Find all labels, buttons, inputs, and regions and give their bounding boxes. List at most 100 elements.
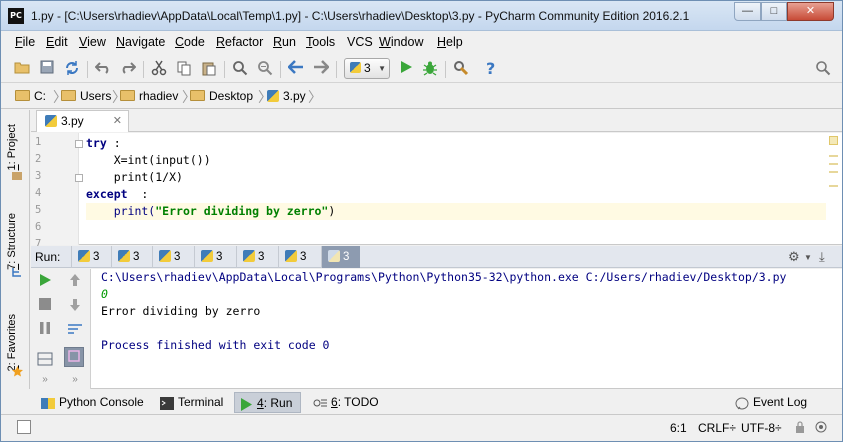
more-actions-icon[interactable]: »	[67, 372, 83, 388]
more-actions-icon[interactable]: »	[37, 372, 53, 388]
fold-marker-icon[interactable]	[75, 140, 83, 148]
run-icon[interactable]	[397, 60, 415, 78]
console-user-input: 0	[101, 287, 108, 301]
forward-icon[interactable]	[312, 60, 330, 78]
menu-window[interactable]: Window	[379, 35, 423, 49]
python-file-icon	[285, 250, 297, 262]
chevron-down-icon[interactable]: ▼	[804, 253, 812, 262]
event-log-icon	[735, 396, 749, 410]
breadcrumb-desktop[interactable]: Desktop	[190, 87, 253, 106]
line-number: 4	[35, 187, 42, 199]
encoding-selector[interactable]: UTF-8÷	[741, 421, 782, 435]
copy-icon[interactable]	[175, 60, 193, 78]
print-icon[interactable]	[64, 347, 84, 367]
layout-icon[interactable]	[37, 352, 53, 368]
run-config-label: 3	[364, 61, 371, 75]
tool-tab-todo[interactable]: 6: TODO	[309, 392, 379, 413]
help-icon[interactable]: ?	[482, 59, 500, 78]
project-icon	[12, 170, 22, 180]
minimize-button[interactable]: —	[734, 2, 761, 21]
menu-navigate[interactable]: Navigate	[116, 35, 165, 49]
pause-icon[interactable]	[37, 322, 53, 338]
undo-icon[interactable]	[94, 60, 112, 78]
stop-icon[interactable]	[37, 298, 53, 314]
side-tab-project[interactable]: 1: Project	[6, 124, 18, 170]
breadcrumb-drive[interactable]: C:	[15, 87, 46, 106]
menu-refactor[interactable]: Refactor	[216, 35, 263, 49]
menu-tools[interactable]: Tools	[306, 35, 335, 49]
breadcrumb-rhadiev[interactable]: rhadiev	[120, 87, 178, 106]
scroll-up-icon[interactable]	[67, 273, 83, 289]
paste-icon[interactable]	[200, 60, 218, 78]
toggle-tool-windows-icon[interactable]	[17, 420, 31, 434]
python-file-icon	[78, 250, 90, 262]
menu-help[interactable]: Help	[437, 35, 463, 49]
inspector-icon[interactable]	[815, 421, 827, 436]
menu-view[interactable]: View	[79, 35, 106, 49]
tool-tab-run[interactable]: 4: Run	[234, 392, 302, 413]
todo-icon	[313, 396, 327, 409]
run-configuration-selector[interactable]: 3 ▼	[344, 58, 390, 79]
tool-tab-terminal[interactable]: Terminal	[156, 392, 223, 413]
chevron-right-icon: 〉	[308, 89, 322, 105]
side-tab-structure[interactable]: 7: Structure	[6, 213, 18, 270]
sync-icon[interactable]	[63, 60, 81, 78]
line-separator-selector[interactable]: CRLF÷	[698, 421, 736, 435]
close-tab-icon[interactable]: ✕	[113, 111, 122, 131]
tool-tab-python-console[interactable]: Python Console	[37, 392, 144, 413]
python-file-icon	[159, 250, 171, 262]
gear-icon[interactable]: ⚙	[788, 249, 800, 265]
breadcrumb-users[interactable]: Users	[61, 87, 111, 106]
cut-icon[interactable]	[150, 60, 168, 78]
caret-position[interactable]: 6:1	[670, 421, 687, 435]
soft-wrap-icon[interactable]	[67, 322, 83, 338]
warning-stripe[interactable]	[829, 163, 838, 165]
menu-file[interactable]: File	[15, 35, 35, 49]
run-tab[interactable]: 3	[278, 246, 317, 268]
redo-icon[interactable]	[119, 60, 137, 78]
settings-icon[interactable]	[452, 60, 470, 78]
warning-stripe[interactable]	[829, 171, 838, 173]
open-folder-icon[interactable]	[13, 60, 31, 78]
menu-code[interactable]: Code	[175, 35, 205, 49]
run-tab-active[interactable]: 3	[321, 246, 360, 268]
run-tab[interactable]: 3	[111, 246, 150, 268]
fold-marker-icon[interactable]	[75, 174, 83, 182]
breadcrumb-file[interactable]: 3.py	[267, 87, 306, 106]
python-file-icon	[243, 250, 255, 262]
maximize-button[interactable]: □	[761, 2, 787, 21]
close-button[interactable]: ✕	[787, 2, 834, 21]
run-tab[interactable]: 3	[71, 246, 110, 268]
replace-icon[interactable]	[256, 60, 274, 78]
editor-tab-3py[interactable]: 3.py ✕	[36, 110, 129, 132]
debug-icon[interactable]	[421, 60, 439, 78]
find-icon[interactable]	[231, 60, 249, 78]
inspection-status-icon[interactable]	[829, 136, 838, 145]
console-output[interactable]: C:\Users\rhadiev\AppData\Local\Programs\…	[101, 269, 831, 389]
warning-stripe[interactable]	[829, 155, 838, 157]
save-icon[interactable]	[38, 60, 56, 78]
run-tab[interactable]: 3	[236, 246, 275, 268]
hide-panel-icon[interactable]: ⤓	[819, 249, 825, 265]
rerun-icon[interactable]	[37, 273, 53, 289]
code-line-1: try :	[86, 136, 121, 150]
tool-tab-event-log[interactable]: Event Log	[731, 392, 807, 413]
python-console-icon	[41, 396, 55, 409]
folder-icon	[61, 90, 76, 101]
run-tab[interactable]: 3	[194, 246, 233, 268]
menu-run[interactable]: Run	[273, 35, 296, 49]
side-tab-favorites[interactable]: 2: Favorites	[6, 314, 18, 371]
lock-icon[interactable]	[795, 421, 805, 436]
window-title: 1.py - [C:\Users\rhadiev\AppData\Local\T…	[31, 9, 690, 23]
search-everywhere-icon[interactable]	[814, 60, 832, 78]
menu-vcs[interactable]: VCS	[347, 35, 373, 49]
run-tab[interactable]: 3	[152, 246, 191, 268]
warning-stripe[interactable]	[829, 185, 838, 187]
line-number: 2	[35, 153, 42, 165]
menu-edit[interactable]: Edit	[46, 35, 68, 49]
scroll-down-icon[interactable]	[67, 298, 83, 314]
back-icon[interactable]	[287, 60, 305, 78]
code-editor[interactable]: 1 2 3 4 5 6 7 try : X=int(input()) print…	[31, 133, 842, 250]
run-toolbar: » »	[31, 269, 91, 389]
line-number: 1	[35, 136, 42, 148]
